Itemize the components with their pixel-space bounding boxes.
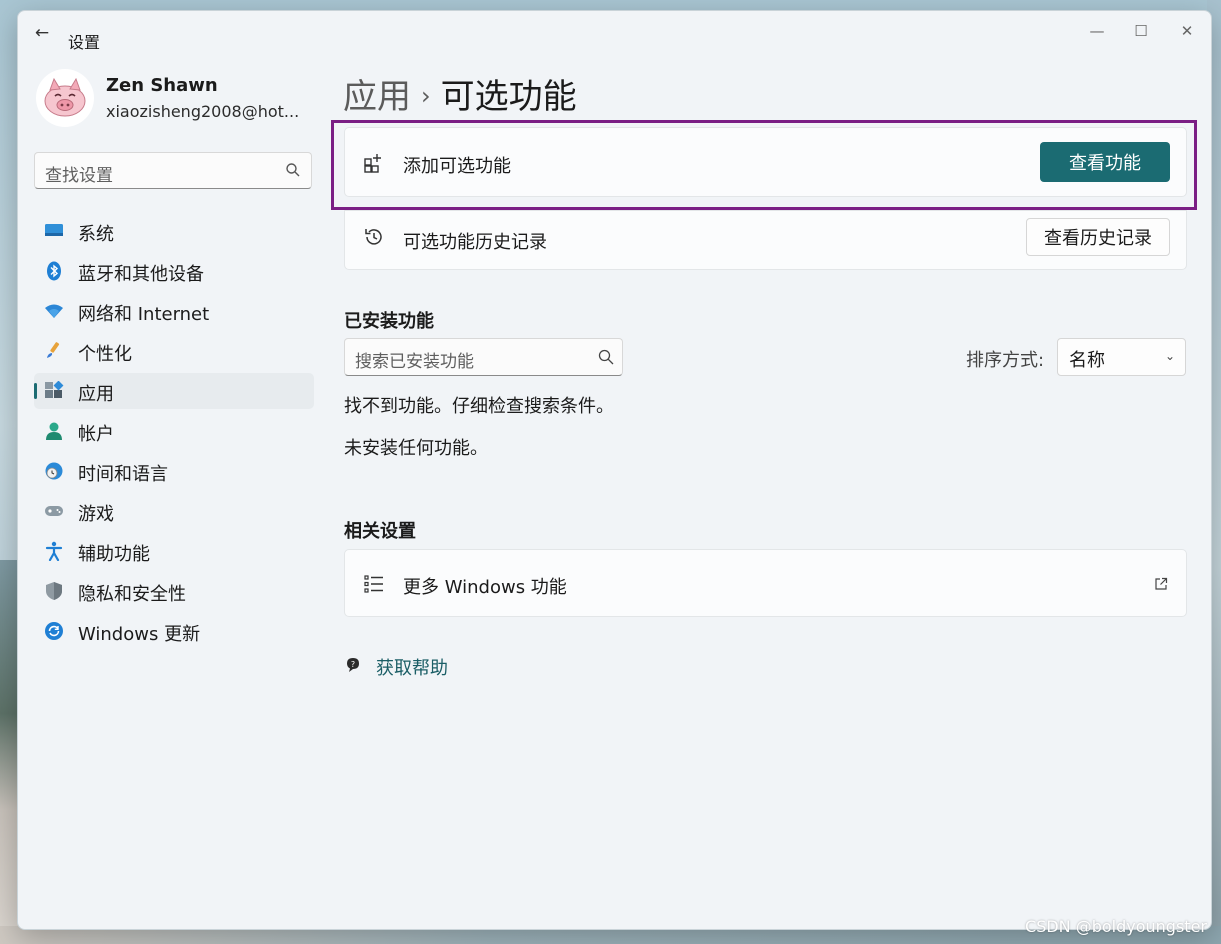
related-heading: 相关设置 (344, 521, 416, 542)
sidebar-item-accounts[interactable]: 帐户 (34, 413, 314, 449)
breadcrumb-parent[interactable]: 应用 (343, 77, 411, 117)
sidebar-item-accessibility[interactable]: 辅助功能 (34, 533, 314, 569)
get-help-link[interactable]: 获取帮助 (376, 654, 448, 680)
view-history-button[interactable]: 查看历史记录 (1026, 218, 1170, 256)
history-icon (365, 229, 382, 245)
search-icon (598, 349, 614, 365)
sidebar-item-label: 游戏 (78, 504, 114, 525)
installed-search-placeholder: 搜索已安装功能 (355, 352, 474, 372)
user-name: Zen Shawn (106, 75, 218, 96)
svg-text:?: ? (351, 660, 355, 669)
search-icon (286, 163, 300, 177)
sort-label: 排序方式: (966, 350, 1045, 371)
brush-icon (47, 342, 60, 358)
chevron-down-icon: ⌄ (1164, 349, 1175, 363)
more-windows-features-label: 更多 Windows 功能 (403, 577, 567, 598)
shield-icon (46, 582, 62, 600)
external-link-icon (1155, 577, 1168, 590)
sidebar-item-time-language[interactable]: 时间和语言 (34, 453, 314, 489)
account-icon (46, 422, 62, 440)
breadcrumb-separator: › (421, 82, 431, 110)
sidebar-item-privacy[interactable]: 隐私和安全性 (34, 573, 314, 609)
more-windows-features-card[interactable]: 更多 Windows 功能 (344, 549, 1187, 617)
back-arrow-icon[interactable]: ← (32, 23, 52, 43)
settings-search-input[interactable]: 查找设置 (34, 152, 312, 189)
sidebar-nav: 系统 蓝牙和其他设备 网络和 Internet 个性化 应用 帐户 时间和语言 … (34, 213, 314, 653)
sidebar-item-label: 帐户 (78, 424, 114, 445)
none-installed-message: 未安装任何功能。 (344, 438, 488, 459)
settings-search-placeholder: 查找设置 (45, 166, 113, 186)
system-icon (45, 224, 63, 236)
history-card: 可选功能历史记录 查看历史记录 (344, 210, 1187, 270)
sidebar-item-label: 网络和 Internet (78, 304, 210, 325)
pig-avatar-icon (44, 77, 86, 117)
sort-value: 名称 (1069, 350, 1105, 371)
sidebar-item-label: 辅助功能 (78, 544, 150, 565)
not-found-message: 找不到功能。仔细检查搜索条件。 (344, 396, 614, 417)
active-indicator (34, 383, 37, 399)
sidebar-item-label: 应用 (78, 384, 114, 405)
avatar[interactable] (36, 69, 94, 127)
time-language-icon (45, 462, 63, 480)
sidebar-item-system[interactable]: 系统 (34, 213, 314, 249)
help-icon: ? (347, 658, 359, 672)
sidebar-item-bluetooth[interactable]: 蓝牙和其他设备 (34, 253, 314, 289)
accessibility-icon (45, 541, 63, 561)
close-button[interactable]: ✕ (1164, 17, 1210, 45)
gamepad-icon (45, 506, 63, 516)
sidebar-item-label: Windows 更新 (78, 624, 201, 645)
sidebar-item-windows-update[interactable]: Windows 更新 (34, 613, 314, 649)
list-icon (364, 575, 383, 593)
breadcrumb: 应用 › 可选功能 (343, 69, 577, 118)
installed-heading: 已安装功能 (344, 311, 434, 332)
update-icon (45, 622, 63, 640)
sidebar-item-network[interactable]: 网络和 Internet (34, 293, 314, 329)
apps-icon (45, 381, 64, 398)
history-label: 可选功能历史记录 (403, 232, 547, 253)
user-email: xiaozisheng2008@hot... (106, 102, 300, 121)
minimize-button[interactable]: — (1074, 17, 1120, 45)
bluetooth-icon (47, 261, 61, 281)
maximize-button[interactable]: ☐ (1118, 17, 1164, 45)
sidebar-item-gaming[interactable]: 游戏 (34, 493, 314, 529)
settings-window: ← 设置 — ☐ ✕ Zen Shawn xiaozisheng2008@hot… (17, 10, 1212, 930)
sidebar-item-label: 蓝牙和其他设备 (78, 264, 204, 285)
wifi-icon (45, 304, 63, 318)
highlight-frame (331, 120, 1197, 210)
sidebar-item-label: 隐私和安全性 (78, 584, 186, 605)
sidebar-item-apps[interactable]: 应用 (34, 373, 314, 409)
watermark: CSDN @boldyoungster (1025, 917, 1207, 936)
sidebar-item-label: 个性化 (78, 344, 132, 365)
window-title: 设置 (68, 33, 101, 52)
installed-search-input[interactable]: 搜索已安装功能 (344, 338, 623, 376)
sidebar-item-label: 时间和语言 (78, 464, 168, 485)
sidebar-item-personalization[interactable]: 个性化 (34, 333, 314, 369)
page-title: 可选功能 (440, 77, 577, 117)
sort-dropdown[interactable]: 名称 ⌄ (1057, 338, 1186, 376)
sidebar-item-label: 系统 (78, 224, 114, 245)
